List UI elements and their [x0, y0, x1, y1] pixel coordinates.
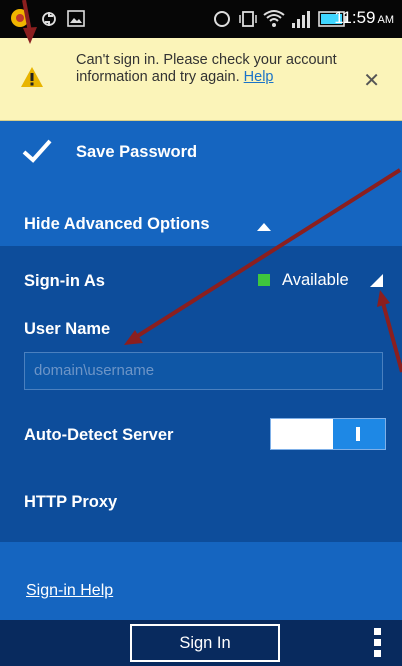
auto-detect-server-label: Auto-Detect Server [24, 426, 174, 444]
help-link[interactable]: Help [244, 69, 274, 85]
user-name-input[interactable]: domain\username [24, 352, 383, 390]
save-password-label: Save Password [76, 143, 198, 161]
save-password-row[interactable] [0, 121, 402, 183]
image-icon [67, 10, 85, 27]
presence-status-dot [258, 274, 270, 286]
toggle-on-indicator [356, 427, 360, 441]
error-message: Can't sign in. Please check your account… [76, 52, 337, 85]
dropdown-corner-icon [370, 274, 383, 287]
auto-detect-server-toggle[interactable] [270, 418, 386, 450]
error-banner: Can't sign in. Please check your account… [0, 38, 402, 121]
signal-icon [292, 11, 310, 28]
sync-icon [42, 12, 56, 26]
checkmark-icon[interactable] [22, 138, 52, 164]
presence-selector[interactable]: Available [258, 268, 386, 296]
user-name-placeholder: domain\username [34, 362, 155, 379]
sign-in-button[interactable]: Sign In [130, 624, 280, 662]
status-time: 11:59 AM [334, 8, 394, 27]
toggle-on-segment [333, 419, 385, 449]
app-notification-icon [11, 9, 29, 27]
status-bar: 11:59 AM [0, 0, 402, 38]
warning-icon [21, 67, 43, 87]
user-name-label: User Name [24, 320, 111, 338]
help-section [0, 542, 402, 620]
toggle-off-segment [271, 419, 333, 449]
sign-in-help-link[interactable]: Sign-in Help [26, 582, 113, 600]
alarm-icon [214, 11, 230, 27]
collapse-arrow-icon[interactable] [256, 222, 272, 232]
wifi-icon [263, 10, 285, 27]
http-proxy-label[interactable]: HTTP Proxy [24, 493, 117, 512]
overflow-menu-icon[interactable] [374, 628, 382, 660]
vibrate-icon [239, 11, 257, 27]
presence-value: Available [282, 271, 349, 289]
sign-in-as-label: Sign-in As [24, 272, 105, 290]
hide-advanced-options-label[interactable]: Hide Advanced Options [24, 215, 210, 234]
close-icon[interactable]: ✕ [363, 68, 380, 92]
